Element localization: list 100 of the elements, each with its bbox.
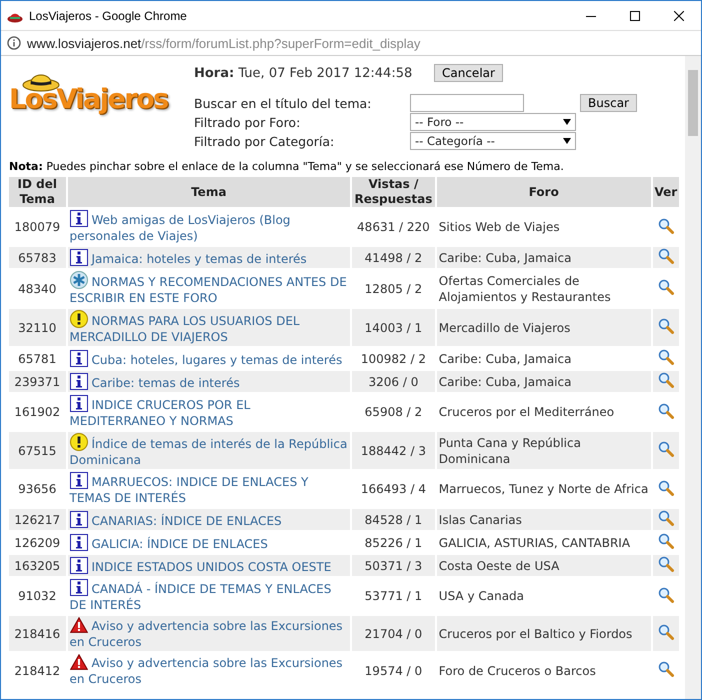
close-icon[interactable] [674,10,684,20]
forum-cell-text: Foro de Cruceros o Barcos [438,662,597,680]
forum-cell-text: USA y Canada [438,588,526,605]
search-icon[interactable] [658,661,674,677]
info-icon [70,248,88,266]
column-header: Tema [68,177,350,207]
column-header: ID del Tema [9,177,66,207]
views-cell-text: 14003 / 1 [364,320,424,336]
id-cell-text: 218416 [13,626,62,642]
search-field[interactable] [410,94,524,112]
topic-link[interactable]: Aviso y advertencia sobre las Excursiones en Cruceros [70,617,348,650]
forum-cell-text: Caribe: Cuba, Jamaica [438,250,572,266]
views-cell-text: 53771 / 1 [364,588,424,605]
filter-label: Filtrado por Foro: [194,114,302,130]
topic-link[interactable]: GALICIA: ÍNDICE DE ENLACES [70,534,348,552]
topic-link[interactable]: Aviso y advertencia sobre las Excursiones en Cruceros [70,654,348,687]
id-cell-text: 48340 [17,280,58,298]
search-icon[interactable] [658,349,674,365]
forum-cell-text: Islas Canarias [438,512,523,528]
search-icon[interactable] [658,441,674,457]
note-text: Nota: Puedes pinchar sobre el enlace de la columna "Tema" y se seleccionará ese Número de Tema. [9,160,565,173]
views-cell-text: 50371 / 3 [364,558,424,574]
search-icon[interactable] [658,533,674,549]
search-icon[interactable] [658,248,674,264]
search-icon[interactable] [658,480,674,496]
address-field[interactable]: www.losviajeros.net/rss/form/forumList.php?superForm=edit_display [27,36,420,50]
search-icon[interactable] [658,372,674,388]
topic-link[interactable]: CANADÁ - ÍNDICE DE TEMAS Y ENLACES DE INTERÉS [70,579,348,613]
views-cell-text: 84528 / 1 [364,512,424,528]
forum-cell-text: Mercadillo de Viajeros [438,320,572,336]
forum-cell-text: Ofertas Comerciales de Alojamientos y Restaurantes [438,272,612,306]
warning-icon [70,617,88,633]
column-header: Foro [436,177,651,207]
id-cell-text: 91032 [17,588,58,605]
views-cell-text: 21704 / 0 [364,626,424,642]
dropdown-arrow-icon [563,138,571,144]
search-icon[interactable] [658,318,674,334]
topic-link[interactable]: NORMAS PARA LOS USUARIOS DEL MERCADILLO DE VIAJEROS [70,310,348,345]
views-cell-text: 19574 / 0 [364,662,424,680]
window-title: LosViajeros - Google Chrome [29,8,188,22]
search-icon[interactable] [658,624,674,640]
search-icon[interactable] [658,510,674,526]
topic-link[interactable]: Caribe: temas de interés [70,372,348,390]
topic-link[interactable]: INDICE CRUCEROS POR EL MEDITERRANEO Y NORMAS [70,395,348,429]
topic-link[interactable]: INDICE ESTADOS UNIDOS COSTA OESTE [70,556,348,574]
views-cell-text: 65908 / 2 [364,404,424,421]
id-cell-text: 161902 [13,404,62,421]
search-icon[interactable] [658,279,674,295]
topic-link[interactable]: Web amigas de LosViajeros (Blog personales de Viajes) [70,210,348,244]
scrollbar[interactable] [685,56,701,699]
filter-label: Filtrado por Categoría: [194,134,336,148]
info-icon [70,510,88,528]
views-cell-text: 41498 / 2 [364,250,424,266]
id-cell-text: 218412 [13,662,62,680]
search-icon[interactable] [658,586,674,602]
id-cell-text: 126209 [13,534,62,552]
topic-link[interactable]: MARRUECOS: INDICE DE ENLACES Y TEMAS DE INTERÉS [70,472,348,506]
column-header: Ver [652,177,679,207]
search-icon[interactable] [658,556,674,572]
forum-cell-text: Marruecos, Tunez y Norte de Africa [438,481,650,498]
search-button[interactable]: Buscar [580,94,637,112]
id-cell-text: 180079 [13,219,62,236]
views-cell-text: 3206 / 0 [367,374,420,390]
asterisk-icon [70,271,88,289]
forum-cell-text: Caribe: Cuba, Jamaica [438,374,572,390]
topic-link[interactable]: CANARIAS: ÍNDICE DE ENLACES [70,510,348,528]
views-cell-text: 48631 / 220 [356,219,431,236]
topic-link[interactable]: NORMAS Y RECOMENDACIONES ANTES DE ESCRIBIR EN ESTE FORO [70,271,348,306]
exclamation-icon [70,310,88,328]
forum-cell-text: GALICIA, ASTURIAS, CANTABRIA [438,534,632,552]
filter-select[interactable]: -- Foro -- [410,113,576,131]
id-cell-text: 65783 [17,250,58,266]
views-cell-text: 188442 / 3 [360,442,427,460]
maximize-icon[interactable] [630,10,640,20]
forum-cell-text: Caribe: Cuba, Jamaica [438,350,572,368]
dropdown-arrow-icon [563,119,571,125]
id-cell-text: 93656 [17,481,58,498]
topic-link[interactable]: Cuba: hoteles, lugares y temas de interés [70,350,348,368]
views-cell-text: 100982 / 2 [360,350,427,368]
search-icon[interactable] [658,402,674,418]
info-icon[interactable] [7,36,21,50]
id-cell-text: 126217 [13,512,62,528]
time-text: Hora: Tue, 07 Feb 2017 12:44:58 [194,66,414,80]
id-cell-text: 67515 [17,442,58,460]
forum-cell-text: Punta Cana y República Dominicana [438,434,582,468]
forum-cell-text: Sitios Web de Viajes [438,219,561,236]
topic-link[interactable]: Índice de temas de interés de la República Dominicana [70,433,348,468]
views-cell-text: 166493 / 4 [360,481,427,498]
exclamation-icon [70,433,88,451]
topic-link[interactable]: Jamaica: hoteles y temas de interés [70,248,348,266]
id-cell-text: 239371 [13,374,62,390]
info-icon [70,372,88,390]
column-header: Vistas / Respuestas [352,177,435,207]
search-label: Buscar en el título del tema: [194,96,372,110]
forum-cell-text: Costa Oeste de USA [438,558,560,574]
filter-select[interactable]: -- Categoría -- [410,132,576,150]
info-icon [70,556,88,574]
forum-cell-text: Cruceros por el Mediterráneo [438,404,616,421]
search-icon[interactable] [658,218,674,234]
cancel-button[interactable]: Cancelar [434,64,503,82]
